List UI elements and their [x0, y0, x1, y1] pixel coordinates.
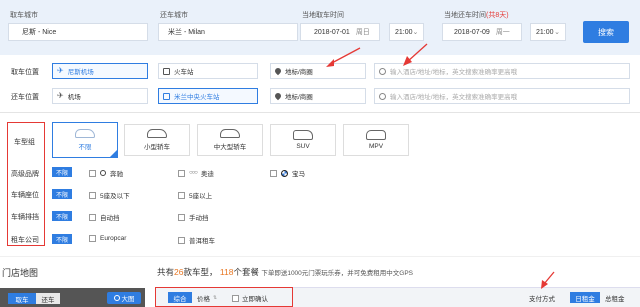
gear-automatic-option[interactable]: 自动挡 — [89, 212, 120, 222]
section-divider — [0, 256, 640, 257]
return-option-airport[interactable]: ✈ 机场 — [52, 88, 148, 104]
return-city-label: 还车城市 — [160, 12, 188, 19]
brand-audi-option[interactable]: ○○○ 奥迪 — [178, 168, 214, 178]
gear-any-tag[interactable]: 不限 — [52, 211, 72, 221]
search-icon — [379, 92, 386, 100]
checkbox[interactable] — [89, 213, 96, 221]
sort-price[interactable]: 价格 ⇅ — [197, 293, 217, 303]
pickup-time-label: 当地取车时间 — [302, 12, 344, 19]
pickup-city-label: 取车城市 — [10, 12, 38, 19]
location-pin-icon — [273, 66, 283, 76]
brand-any-tag[interactable]: 不限 — [52, 167, 72, 177]
big-map-button[interactable]: 大图 — [107, 292, 141, 304]
promo-text: 下单即送1000元门票玩乐券，并可免费租用中文GPS — [261, 270, 414, 277]
company-puer-option[interactable]: 普洱租车 — [178, 235, 215, 245]
brand-bmw-option[interactable]: 宝马 — [270, 168, 305, 178]
sort-overall[interactable]: 综合 — [168, 292, 192, 303]
map-tab-return[interactable]: 还车 — [36, 293, 60, 304]
suv-icon — [293, 130, 313, 140]
return-option-landmark[interactable]: 地标/商圈 — [270, 88, 366, 104]
pickup-city-field[interactable]: 尼斯 - Nice — [8, 23, 148, 41]
train-icon — [163, 67, 170, 75]
return-location-label: 还车位置 — [11, 94, 39, 101]
zoom-icon — [113, 295, 120, 301]
daily-price-toggle[interactable]: 日租金 — [570, 292, 600, 303]
return-address-search[interactable]: 输入酒店/地址/地标，英文搜索准确率更高哦 — [374, 88, 630, 104]
pickup-option-train-station[interactable]: 火车站 — [158, 63, 258, 79]
car-group-label: 车型组 — [14, 139, 35, 146]
section-divider — [0, 112, 640, 113]
pickup-option-airport[interactable]: ✈ 尼斯机场 — [52, 63, 148, 79]
checkbox[interactable] — [89, 235, 96, 242]
mpv-icon — [366, 130, 386, 140]
company-any-tag[interactable]: 不限 — [52, 234, 72, 244]
checkbox[interactable] — [178, 213, 185, 221]
return-option-train-station[interactable]: 米兰中央火车站 — [158, 88, 258, 104]
annotation-arrow-icon — [403, 43, 428, 66]
gear-filter-label: 车辆排挡 — [11, 214, 39, 221]
sort-arrows-icon: ⇅ — [213, 295, 218, 301]
bmw-logo-icon — [281, 169, 288, 177]
car-group-midsize[interactable]: 中大型轿车 — [197, 124, 263, 156]
gear-manual-option[interactable]: 手动挡 — [178, 212, 209, 222]
checkbox[interactable] — [178, 191, 185, 199]
train-icon — [163, 92, 170, 100]
brand-filter-label: 高级品牌 — [11, 171, 39, 178]
checkbox[interactable] — [178, 236, 185, 244]
car-group-any[interactable]: 不限 — [52, 122, 118, 158]
plane-icon: ✈ — [57, 91, 64, 100]
plane-icon: ✈ — [57, 66, 64, 75]
selected-corner-icon — [110, 150, 117, 157]
chevron-down-icon: ⌄ — [554, 29, 560, 36]
package-count: 118 — [219, 267, 234, 277]
location-pin-icon — [273, 91, 283, 101]
checkbox[interactable] — [270, 169, 277, 177]
company-filter-label: 租车公司 — [11, 237, 39, 244]
return-hour-select[interactable]: 21:00 ⌄ — [530, 23, 566, 41]
car-icon — [147, 129, 167, 138]
car-group-suv[interactable]: SUV — [270, 124, 336, 156]
checkbox[interactable] — [232, 294, 239, 302]
seat-filter-label: 车辆座位 — [11, 192, 39, 199]
instant-confirm-filter[interactable]: 立即确认 — [232, 293, 268, 303]
search-button[interactable]: 搜索 — [583, 21, 629, 43]
total-price-toggle[interactable]: 总租金 — [605, 293, 625, 303]
seats-more-than-5-option[interactable]: 5座以上 — [178, 190, 212, 200]
rental-days-note: (共8天) — [486, 12, 509, 19]
store-map-title: 门店地图 — [2, 268, 39, 278]
checkbox[interactable] — [89, 191, 96, 199]
seats-any-tag[interactable]: 不限 — [52, 189, 72, 199]
results-summary: 共有26款车型， 118个套餐 下单即送1000元门票玩乐券，并可免费租用中文G… — [157, 267, 414, 277]
pickup-date-field[interactable]: 2018-07-01 周日 — [300, 23, 380, 41]
chevron-down-icon: ⌄ — [412, 29, 419, 36]
pickup-hour-select[interactable]: 21:00 ⌄ — [389, 23, 424, 41]
search-icon — [379, 67, 386, 75]
pickup-location-label: 取车位置 — [11, 69, 39, 76]
car-group-mpv[interactable]: MPV — [343, 124, 409, 156]
return-date-field[interactable]: 2018-07-09 周一 — [442, 23, 522, 41]
car-icon — [220, 129, 240, 138]
annotation-arrow-icon — [541, 271, 555, 289]
annotation-arrow-icon — [326, 47, 361, 67]
benz-logo-icon — [100, 170, 106, 176]
return-city-field[interactable]: 米兰 - Milan — [158, 23, 298, 41]
checkbox[interactable] — [89, 169, 96, 177]
audi-logo-icon: ○○○ — [189, 170, 198, 176]
map-tab-pickup[interactable]: 取车 — [8, 293, 36, 304]
return-time-label: 当地还车时间(共8天) — [444, 12, 509, 19]
checkbox[interactable] — [178, 169, 185, 177]
car-group-compact[interactable]: 小型轿车 — [124, 124, 190, 156]
car-icon — [75, 129, 95, 138]
payment-method-label: 支付方式 — [529, 296, 555, 303]
company-europcar-option[interactable]: Europcar — [89, 235, 126, 242]
brand-benz-option[interactable]: 奔驰 — [89, 168, 123, 178]
seats-5-or-less-option[interactable]: 5座及以下 — [89, 190, 130, 200]
